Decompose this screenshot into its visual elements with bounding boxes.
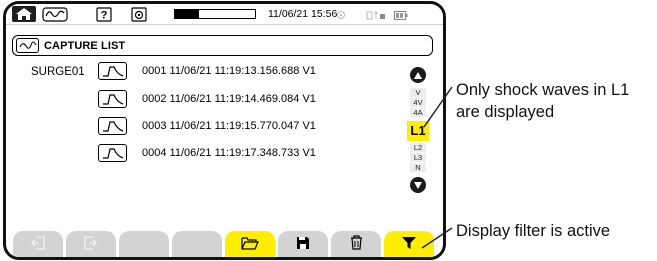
phase-callout: Only shock waves in L1 are displayed bbox=[456, 81, 630, 121]
filter-callout: Display filter is active bbox=[456, 222, 611, 240]
leader-line-filter bbox=[421, 227, 453, 249]
leader-line-phase bbox=[423, 86, 453, 128]
